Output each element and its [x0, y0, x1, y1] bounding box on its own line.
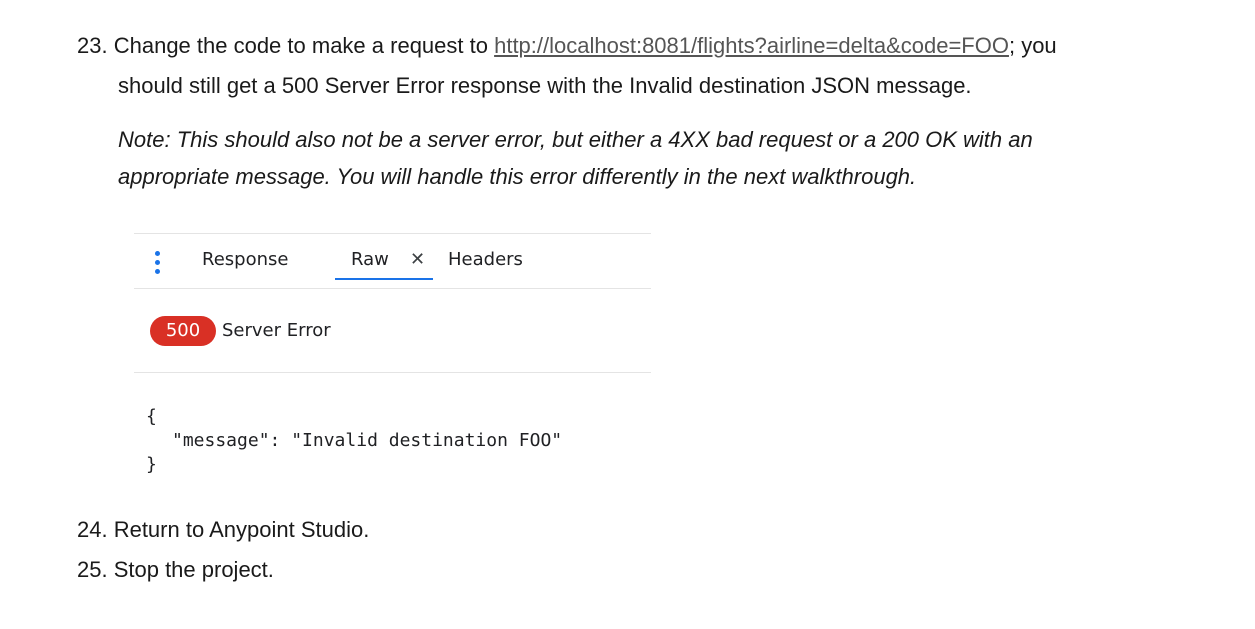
tab-headers[interactable]: Headers	[448, 248, 523, 272]
json-close-brace: }	[146, 454, 157, 475]
tab-raw[interactable]: Raw	[351, 248, 389, 272]
divider	[134, 233, 651, 234]
response-panel: Response Raw ✕ Headers 500 Server Error …	[134, 233, 651, 493]
step-23-text-after: ; you	[1008, 33, 1057, 58]
json-message-line: "message": "Invalid destination FOO"	[172, 430, 563, 451]
active-tab-indicator	[335, 278, 433, 280]
request-url-link[interactable]: http://localhost:8081/flights?airline=de…	[494, 33, 1009, 58]
step-23-number: 23.	[77, 33, 108, 58]
divider	[134, 372, 651, 373]
status-text: Server Error	[222, 320, 331, 341]
more-vert-icon[interactable]	[154, 250, 160, 276]
step-24: 24. Return to Anypoint Studio.	[77, 517, 370, 542]
note-line-2: appropriate message. You will handle thi…	[118, 164, 917, 189]
close-icon[interactable]: ✕	[410, 248, 425, 272]
step-23-line-2: should still get a 500 Server Error resp…	[118, 73, 972, 98]
status-badge: 500	[150, 316, 216, 346]
note-line-1: Note: This should also not be a server e…	[118, 127, 1033, 152]
step-23: 23. Change the code to make a request to…	[77, 26, 1057, 66]
divider	[134, 288, 651, 289]
step-25: 25. Stop the project.	[77, 557, 274, 582]
tab-response[interactable]: Response	[202, 248, 288, 272]
step-23-text: Change the code to make a request to	[113, 33, 488, 58]
json-open-brace: {	[146, 406, 157, 427]
